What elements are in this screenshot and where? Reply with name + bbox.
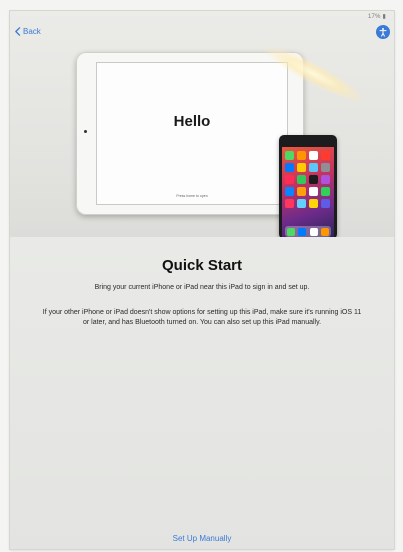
ipad-device: Hello Press home to open bbox=[76, 52, 304, 215]
subtitle-text: Bring your current iPhone or iPad near t… bbox=[94, 284, 310, 291]
setup-screen: Hello Press home to open 17% ▮ Back Quic… bbox=[10, 11, 394, 549]
accessibility-icon bbox=[379, 28, 387, 37]
back-button[interactable]: Back bbox=[14, 27, 41, 36]
quick-start-illustration: Hello Press home to open bbox=[10, 11, 394, 239]
quick-start-panel: Quick Start Bring your current iPhone or… bbox=[10, 237, 394, 549]
iphone-device bbox=[279, 135, 337, 239]
hello-text: Hello bbox=[173, 113, 211, 130]
ipad-screen: Hello Press home to open bbox=[96, 62, 288, 205]
ipad-camera bbox=[84, 130, 87, 133]
iphone-app-grid bbox=[285, 151, 330, 208]
back-label: Back bbox=[23, 27, 41, 36]
chevron-left-icon bbox=[15, 27, 21, 36]
status-bar-battery: 17% ▮ bbox=[368, 14, 386, 20]
iphone-screen bbox=[282, 147, 334, 239]
set-up-manually-button[interactable]: Set Up Manually bbox=[10, 534, 394, 543]
page-title: Quick Start bbox=[161, 257, 243, 274]
accessibility-button[interactable] bbox=[376, 25, 390, 39]
press-home-text: Press home to open bbox=[176, 194, 208, 198]
instructions-text: If your other iPhone or iPad doesn't sho… bbox=[42, 309, 362, 326]
iphone-dock bbox=[285, 226, 331, 237]
